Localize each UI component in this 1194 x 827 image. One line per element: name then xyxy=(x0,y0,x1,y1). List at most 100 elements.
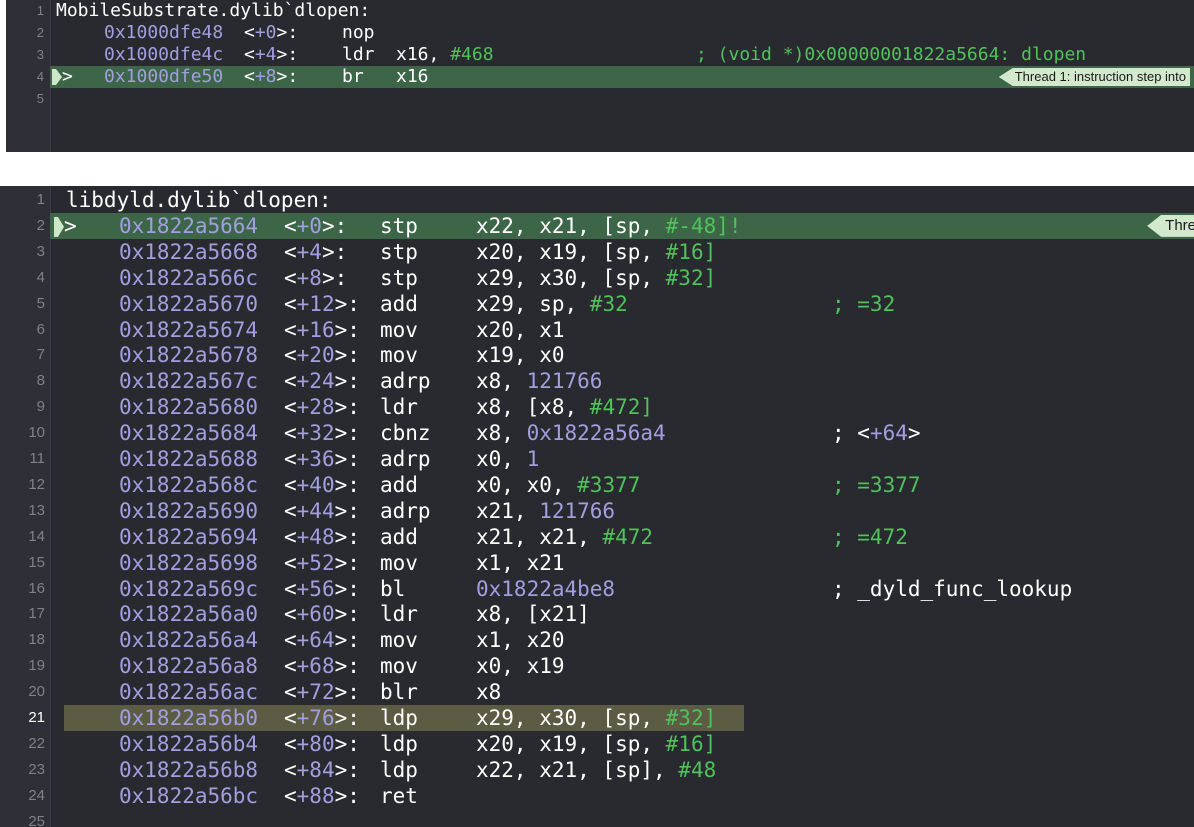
disassembly-line[interactable]: 8 0x1822a567c <+24>: adrp x8, 121766 xyxy=(0,368,1194,394)
operand-literal: #3377 xyxy=(577,472,641,497)
instruction-operands: x8 xyxy=(476,680,502,705)
instruction-mnemonic: ldr xyxy=(342,44,375,65)
instruction-offset: <+4>: xyxy=(244,44,299,65)
disassembly-line[interactable]: 13 0x1822a5690 <+44>: adrp x21, 121766 xyxy=(0,498,1194,524)
line-number: 2 xyxy=(36,25,44,40)
instruction-offset: <+0>: xyxy=(244,22,299,43)
disassembly-pane-libdyld[interactable]: 1 libdyld.dylib`dlopen: 2 >0x1822a5664 <+0>:… xyxy=(0,186,1194,827)
disassembly-line[interactable]: 25 xyxy=(0,809,1194,827)
operand-literal: #472] xyxy=(589,395,654,420)
disassembly-line[interactable]: 3 0x1000dfe4c <+4>: ldr x16, #468 ; (void *)0… xyxy=(6,44,1194,66)
operand-literal: #468 xyxy=(450,44,494,65)
disassembly-line[interactable]: 1 MobileSubstrate.dylib`dlopen: xyxy=(6,0,1194,22)
disassembly-line[interactable]: 12 0x1822a568c <+40>: add x0, x0, #3377 ; =33… xyxy=(0,472,1194,498)
instruction-offset: <+88>: xyxy=(284,783,360,808)
disassembly-line[interactable]: 17 0x1822a56a0 <+60>: ldr x8, [x21] xyxy=(0,601,1194,627)
disassembly-line[interactable]: 7 0x1822a5678 <+20>: mov x19, x0 xyxy=(0,342,1194,368)
offset-value: +0 xyxy=(254,22,277,43)
line-number: 20 xyxy=(28,683,45,701)
operand-literal: #48 xyxy=(678,757,717,782)
line-number: 14 xyxy=(28,527,45,545)
offset-value: +32 xyxy=(296,421,335,446)
disassembly-line[interactable]: 10 0x1822a5684 <+32>: cbnz x8, 0x1822a56a4 ; … xyxy=(0,420,1194,446)
instruction-address: 0x1822a56bc xyxy=(119,783,259,808)
disassembly-line[interactable]: 16 0x1822a569c <+56>: bl 0x1822a4be8 ; _dyld_… xyxy=(0,576,1194,602)
instruction-mnemonic: add xyxy=(380,524,418,549)
line-number: 23 xyxy=(28,760,45,778)
offset-value: +16 xyxy=(296,317,335,342)
line-number: 4 xyxy=(36,69,44,84)
disassembly-line[interactable]: 11 0x1822a5688 <+36>: adrp x0, 1 xyxy=(0,446,1194,472)
disassembly-line[interactable]: 2 0x1000dfe48 <+0>: nop xyxy=(6,22,1194,44)
instruction-mnemonic: mov xyxy=(380,550,418,575)
instruction-address: 0x1822a56a0 xyxy=(119,602,259,627)
instruction-address: 0x1822a5680 xyxy=(119,395,259,420)
function-label: MobileSubstrate.dylib`dlopen: xyxy=(56,0,371,21)
disassembly-line[interactable]: 5 xyxy=(6,88,1194,110)
line-number: 17 xyxy=(28,605,45,623)
instruction-mnemonic: ret xyxy=(380,783,418,808)
disassembly-line[interactable]: 15 0x1822a5698 <+52>: mov x1, x21 xyxy=(0,550,1194,576)
instruction-offset: <+72>: xyxy=(284,680,360,705)
instruction-comment: ; =3377 xyxy=(832,472,921,497)
disassembly-line[interactable]: 14 0x1822a5694 <+48>: add x21, x21, #472 ; =4… xyxy=(0,524,1194,550)
instruction-address: 0x1822a567c xyxy=(119,369,259,394)
instruction-operands: x22, x21, [sp], #48 xyxy=(476,757,717,782)
offset-value: +64 xyxy=(296,628,335,653)
thread-status-badge[interactable]: Thread 1: instruction step into xyxy=(998,68,1190,86)
instruction-address: 0x1822a569c xyxy=(119,576,259,601)
offset-value: +4 xyxy=(254,44,277,65)
instruction-mnemonic: mov xyxy=(380,628,418,653)
disassembly-line[interactable]: 2 >0x1822a5664 <+0>: stp x22, x21, [sp, #-48… xyxy=(0,213,1194,239)
disassembly-line[interactable]: 18 0x1822a56a4 <+64>: mov x1, x20 xyxy=(0,627,1194,653)
instruction-mnemonic: stp xyxy=(380,239,418,264)
operand-literal: 1 xyxy=(526,447,540,471)
line-number: 1 xyxy=(36,3,44,18)
pc-arrow-glyph: > xyxy=(64,213,77,238)
disassembly-line[interactable]: 22 0x1822a56b4 <+80>: ldp x20, x19, [sp, #16… xyxy=(0,731,1194,757)
line-number: 3 xyxy=(36,47,44,62)
disassembly-line[interactable]: 20 0x1822a56ac <+72>: blr x8 xyxy=(0,679,1194,705)
operand-literal: 0x1822a4be8 xyxy=(476,576,616,601)
thread-status-badge[interactable]: Thre xyxy=(1147,214,1194,237)
line-number: 3 xyxy=(36,242,45,260)
disassembly-line[interactable]: 5 0x1822a5670 <+12>: add x29, sp, #32 ; =32 xyxy=(0,291,1194,317)
instruction-offset: <+80>: xyxy=(284,731,360,756)
disassembly-line[interactable]: 4 0x1822a566c <+8>: stp x29, x30, [sp, #32] xyxy=(0,265,1194,291)
instruction-address: 0x1822a5698 xyxy=(119,550,259,575)
offset-value: +68 xyxy=(296,654,335,679)
instruction-mnemonic: cbnz xyxy=(380,421,431,446)
instruction-address: 0x1822a5670 xyxy=(119,291,259,316)
disassembly-line[interactable]: 3 0x1822a5668 <+4>: stp x20, x19, [sp, #16] xyxy=(0,239,1194,265)
instruction-comment: ; =472 xyxy=(832,524,908,549)
disassembly-pane-mobilesubstrate[interactable]: 1 MobileSubstrate.dylib`dlopen: 2 0x1000dfe… xyxy=(6,0,1194,152)
instruction-comment: ; _dyld_func_lookup xyxy=(832,576,1073,601)
operand-literal: #32] xyxy=(665,265,717,290)
disassembly-line[interactable]: 1 libdyld.dylib`dlopen: xyxy=(0,187,1194,213)
instruction-mnemonic: add xyxy=(380,472,418,497)
instruction-offset: <+68>: xyxy=(284,654,360,679)
instruction-operands: x21, 121766 xyxy=(476,498,616,523)
instruction-operands: x16 xyxy=(396,66,429,87)
instruction-mnemonic: ldp xyxy=(380,706,418,730)
instruction: libdyld.dylib`dlopen: xyxy=(66,187,332,213)
disassembly-line[interactable]: 19 0x1822a56a8 <+68>: mov x0, x19 xyxy=(0,653,1194,679)
disassembly-line[interactable]: 4 >0x1000dfe50 <+8>: br x16 Thread 1: instruc… xyxy=(6,66,1194,88)
operand-literal: #472 xyxy=(602,524,654,549)
disassembly-line[interactable]: 6 0x1822a5674 <+16>: mov x20, x1 xyxy=(0,317,1194,343)
instruction-operands: x8, 0x1822a56a4 xyxy=(476,421,666,446)
disassembly-line[interactable]: 24 0x1822a56bc <+88>: ret xyxy=(0,783,1194,809)
disassembly-line[interactable]: 9 0x1822a5680 <+28>: ldr x8, [x8, #472] xyxy=(0,394,1194,420)
instruction-address: 0x1822a5664 xyxy=(119,213,259,238)
instruction-address: 0x1822a5688 xyxy=(119,447,259,471)
line-number: 21 xyxy=(28,709,45,726)
instruction-address: 0x1822a5668 xyxy=(119,239,259,264)
line-number: 18 xyxy=(28,631,45,649)
pc-chevron-icon xyxy=(54,216,64,237)
offset-value: +88 xyxy=(296,783,335,808)
disassembly-line[interactable]: 21 0x1822a56b0 <+76>: ldp x29, x30, [sp, #32… xyxy=(0,705,1194,731)
instruction-operands: x0, x0, #3377 xyxy=(476,472,641,497)
instruction-operands: x1, x21 xyxy=(476,550,565,575)
operand-literal: #-48]! xyxy=(665,213,742,238)
disassembly-line[interactable]: 23 0x1822a56b8 <+84>: ldp x22, x21, [sp], #4… xyxy=(0,757,1194,783)
